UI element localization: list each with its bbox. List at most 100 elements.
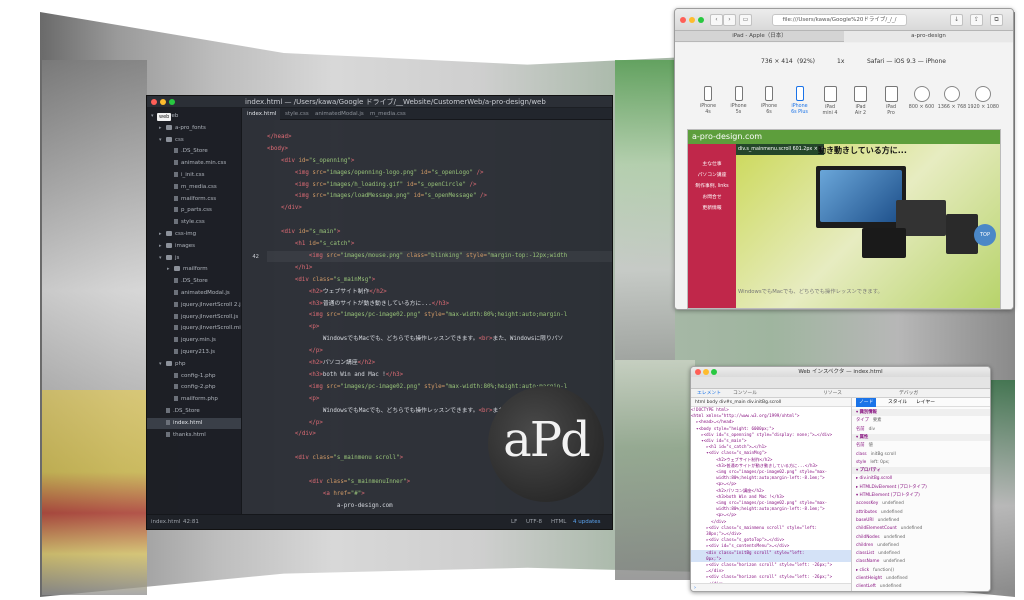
tabs-icon[interactable]: ⧉	[990, 14, 1003, 26]
tree-item[interactable]: animate.min.css	[147, 158, 241, 169]
tab-resources[interactable]: リソース	[823, 389, 842, 398]
property-row[interactable]: classList undefined	[852, 550, 990, 557]
property-row[interactable]: タイプ 要素	[852, 417, 990, 424]
tree-item[interactable]: .DS_Store	[147, 276, 241, 287]
minimize-button[interactable]	[160, 99, 166, 105]
property-row[interactable]: ▾ プロパティ	[852, 467, 990, 475]
property-row[interactable]: baseURI undefined	[852, 517, 990, 524]
site-nav-item[interactable]: パソコン講座	[688, 171, 736, 178]
status-file-name[interactable]: index.html	[151, 519, 180, 525]
tree-item[interactable]: jquery.jInvertScroll.min.	[147, 323, 241, 334]
tree-item[interactable]: jquery.min.js	[147, 335, 241, 346]
close-button[interactable]	[695, 369, 701, 375]
goto-top-button[interactable]: TOP	[974, 224, 996, 246]
sidebar-icon[interactable]: ▭	[739, 14, 752, 26]
user-agent-select[interactable]: Safari — iOS 9.3 — iPhone	[867, 58, 946, 65]
zoom-button[interactable]	[698, 17, 704, 23]
tab-m-media-css[interactable]: m_media.css	[366, 108, 410, 120]
property-row[interactable]: 名前値	[852, 442, 990, 449]
device-preset[interactable]: iPhone 6s Plus	[785, 86, 815, 116]
property-row[interactable]: clientLeft undefined	[852, 583, 990, 590]
tree-item[interactable]: .DS_Store	[147, 406, 241, 417]
status-encoding[interactable]: UTF-8	[526, 519, 542, 525]
property-row[interactable]: attributes undefined	[852, 509, 990, 516]
property-row[interactable]: clientHeight undefined	[852, 575, 990, 582]
tree-item[interactable]: thanks.html	[147, 430, 241, 441]
site-nav-item[interactable]: お問合せ	[688, 193, 736, 200]
address-bar[interactable]: file:///Users/kawa/Google%20ドライブ/_/_/	[772, 14, 907, 26]
device-preset[interactable]: 1366 × 768	[937, 86, 967, 111]
site-nav-item[interactable]: 制作事例, links	[688, 182, 736, 189]
zoom-button[interactable]	[711, 369, 717, 375]
tree-item[interactable]: .DS_Store	[147, 146, 241, 157]
tab-animatedmodal-js[interactable]: animatedModal.js	[311, 108, 368, 120]
property-row[interactable]: children undefined	[852, 542, 990, 549]
tree-item[interactable]: ▸ mailform	[147, 264, 241, 275]
zoom-button[interactable]	[169, 99, 175, 105]
tab-elements[interactable]: エレメント	[697, 389, 721, 398]
tree-item[interactable]: animatedModal.js	[147, 288, 241, 299]
device-preset[interactable]: iPhone 4s	[693, 86, 723, 116]
site-nav-item[interactable]: 主な仕事	[688, 160, 736, 167]
device-preset[interactable]: 1920 × 1080	[968, 86, 999, 111]
device-preset[interactable]: iPhone 5s	[724, 86, 754, 116]
tab-style[interactable]: スタイル	[888, 398, 907, 407]
property-row[interactable]: accessKey undefined	[852, 500, 990, 507]
tree-item[interactable]: style.css	[147, 217, 241, 228]
property-row[interactable]: ▾ 属性	[852, 433, 990, 441]
tree-item[interactable]: ▾ css	[147, 135, 241, 146]
tree-item[interactable]: ▾ php	[147, 359, 241, 370]
pixel-ratio-select[interactable]: 1x	[837, 58, 844, 65]
tree-item[interactable]: mailform.php	[147, 394, 241, 405]
device-preset[interactable]: iPhone 6s	[754, 86, 784, 116]
property-row[interactable]: childNodes undefined	[852, 534, 990, 541]
property-row[interactable]: childElementCount undefined	[852, 525, 990, 532]
tree-item[interactable]: jquery213.js	[147, 347, 241, 358]
minimize-button[interactable]	[689, 17, 695, 23]
status-grammar[interactable]: HTML	[551, 519, 566, 525]
tab-debugger[interactable]: デバッガ	[899, 389, 918, 398]
property-row[interactable]: ▸ div.initBg.scroll	[852, 475, 990, 482]
tree-item[interactable]: ▸ images	[147, 241, 241, 252]
tree-item[interactable]: m_media.css	[147, 182, 241, 193]
tree-item[interactable]: ▸ css-img	[147, 229, 241, 240]
share-icon[interactable]: ⇪	[970, 14, 983, 26]
device-preset[interactable]: iPad Air 2	[846, 86, 876, 117]
tree-item[interactable]: config-2.php	[147, 382, 241, 393]
property-row[interactable]: style left: 0px;	[852, 459, 990, 466]
device-preset[interactable]: iPad Pro	[876, 86, 906, 117]
device-preset[interactable]: 800 × 600	[907, 86, 937, 111]
tab-layer[interactable]: レイヤー	[916, 398, 935, 407]
tab-a-pro-design[interactable]: a-pro-design	[844, 31, 1013, 42]
minimize-button[interactable]	[703, 369, 709, 375]
property-row[interactable]: ▸ click function()	[852, 567, 990, 574]
tree-item[interactable]: config-1.php	[147, 371, 241, 382]
status-line-ending[interactable]: LF	[511, 519, 517, 525]
property-row[interactable]: className undefined	[852, 558, 990, 565]
property-row[interactable]: class initBg scroll	[852, 451, 990, 458]
close-button[interactable]	[151, 99, 157, 105]
tree-item[interactable]: p_parts.css	[147, 205, 241, 216]
tree-item[interactable]: i_init.css	[147, 170, 241, 181]
status-updates[interactable]: 4 updates	[573, 519, 601, 525]
property-row[interactable]: ▾ HTMLElement (プロトタイプ)	[852, 492, 990, 499]
site-logo[interactable]: a-pro-design.com	[688, 130, 1000, 144]
forward-icon[interactable]: ›	[723, 14, 736, 26]
console-prompt[interactable]: ›	[691, 583, 851, 591]
tree-item[interactable]: ▾ js	[147, 253, 241, 264]
property-row[interactable]: 名前 div	[852, 426, 990, 433]
tree-item[interactable]: jquery.jInvertScroll.js	[147, 312, 241, 323]
property-row[interactable]: ▸ HTMLDivElement (プロトタイプ)	[852, 484, 990, 491]
tab-node[interactable]: ノード	[856, 398, 877, 407]
tree-item[interactable]: jquery.jInvertScroll 2.js	[147, 300, 241, 311]
back-icon[interactable]: ‹	[710, 14, 723, 26]
site-nav-item[interactable]: 更新情報	[688, 204, 736, 211]
tree-item[interactable]: mailform.css	[147, 194, 241, 205]
tab-ipad-apple[interactable]: iPad - Apple（日本）	[675, 31, 844, 42]
tab-console[interactable]: コンソール	[733, 389, 757, 398]
tab-style-css[interactable]: style.css	[281, 108, 313, 120]
dom-breadcrumb[interactable]: html body div#s_main div.initBg.scroll	[691, 398, 851, 407]
property-row[interactable]: ▾ 識別情報	[852, 409, 990, 416]
device-preset[interactable]: iPad mini 4	[815, 86, 845, 117]
status-cursor-position[interactable]: 42:81	[183, 519, 199, 525]
